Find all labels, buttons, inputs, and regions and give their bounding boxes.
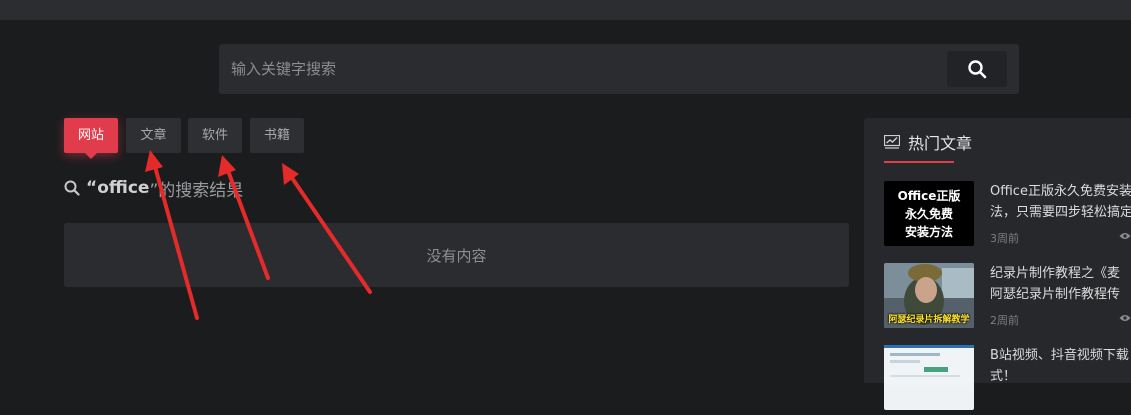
search-input[interactable] bbox=[219, 44, 939, 94]
search-result-heading: “office ”的搜索结果 bbox=[64, 176, 244, 201]
article-title-line: 法，只需要四步轻松搞定 bbox=[990, 205, 1131, 220]
empty-results-box: 没有内容 bbox=[64, 223, 849, 287]
hot-article-item[interactable]: 阿瑟纪录片拆解教学 纪录片制作教程之《麦 阿瑟纪录片制作教程传 2周前 bbox=[884, 263, 1131, 333]
header-underline bbox=[884, 161, 954, 163]
top-navigation-bar bbox=[0, 0, 1131, 20]
hot-articles-header: 热门文章 bbox=[884, 130, 972, 154]
article-title-link[interactable]: B站视频、抖音视频下载 式！ bbox=[990, 345, 1131, 387]
thumbnail-caption: 阿瑟纪录片拆解教学 bbox=[888, 315, 970, 325]
article-title-line: 式！ bbox=[990, 369, 1017, 384]
article-title-line: Office正版永久免费安装 bbox=[990, 184, 1131, 199]
hot-articles-title: 热门文章 bbox=[908, 134, 973, 153]
trending-chart-icon bbox=[884, 135, 900, 149]
hot-articles-panel: 热门文章 Office正版 永久免费 安装方法 Office正版永久免费安装 法… bbox=[864, 118, 1131, 410]
result-heading-suffix: ”的搜索结果 bbox=[149, 180, 244, 201]
tab-software[interactable]: 软件 bbox=[188, 118, 242, 153]
eye-icon bbox=[1119, 233, 1131, 239]
article-thumbnail[interactable]: Office正版 永久免费 安装方法 bbox=[884, 181, 974, 246]
tab-article[interactable]: 文章 bbox=[126, 118, 181, 153]
hot-article-item[interactable]: Office正版 永久免费 安装方法 Office正版永久免费安装 法，只需要四… bbox=[884, 181, 1131, 251]
article-title-line: 阿瑟纪录片制作教程传 bbox=[990, 287, 1121, 302]
tab-books[interactable]: 书籍 bbox=[250, 118, 304, 153]
eye-icon bbox=[1119, 315, 1131, 321]
thumbnail-text-line: 安装方法 bbox=[904, 224, 953, 239]
search-bar bbox=[219, 44, 1019, 94]
thumbnail-image bbox=[884, 345, 974, 385]
magnifier-icon bbox=[64, 180, 80, 196]
article-title-line: 纪录片制作教程之《麦 bbox=[990, 266, 1121, 281]
tab-website[interactable]: 网站 bbox=[64, 118, 118, 159]
article-title-link[interactable]: 纪录片制作教程之《麦 阿瑟纪录片制作教程传 bbox=[990, 263, 1131, 305]
article-thumbnail[interactable] bbox=[884, 345, 974, 410]
article-time: 3周前 bbox=[990, 232, 1019, 245]
search-icon bbox=[968, 60, 987, 79]
search-button[interactable] bbox=[947, 51, 1007, 87]
empty-message: 没有内容 bbox=[426, 246, 487, 265]
result-quote-open: “ bbox=[86, 178, 98, 198]
article-time: 2周前 bbox=[990, 314, 1019, 327]
article-title-line: B站视频、抖音视频下载 bbox=[990, 348, 1129, 363]
hot-article-item[interactable]: B站视频、抖音视频下载 式！ bbox=[884, 345, 1131, 415]
search-query: office bbox=[97, 178, 150, 198]
article-title-link[interactable]: Office正版永久免费安装 法，只需要四步轻松搞定 bbox=[990, 181, 1131, 223]
thumbnail-text-line: Office正版 bbox=[897, 188, 961, 203]
article-thumbnail[interactable]: 阿瑟纪录片拆解教学 bbox=[884, 263, 974, 328]
thumbnail-text-line: 永久免费 bbox=[904, 206, 953, 221]
